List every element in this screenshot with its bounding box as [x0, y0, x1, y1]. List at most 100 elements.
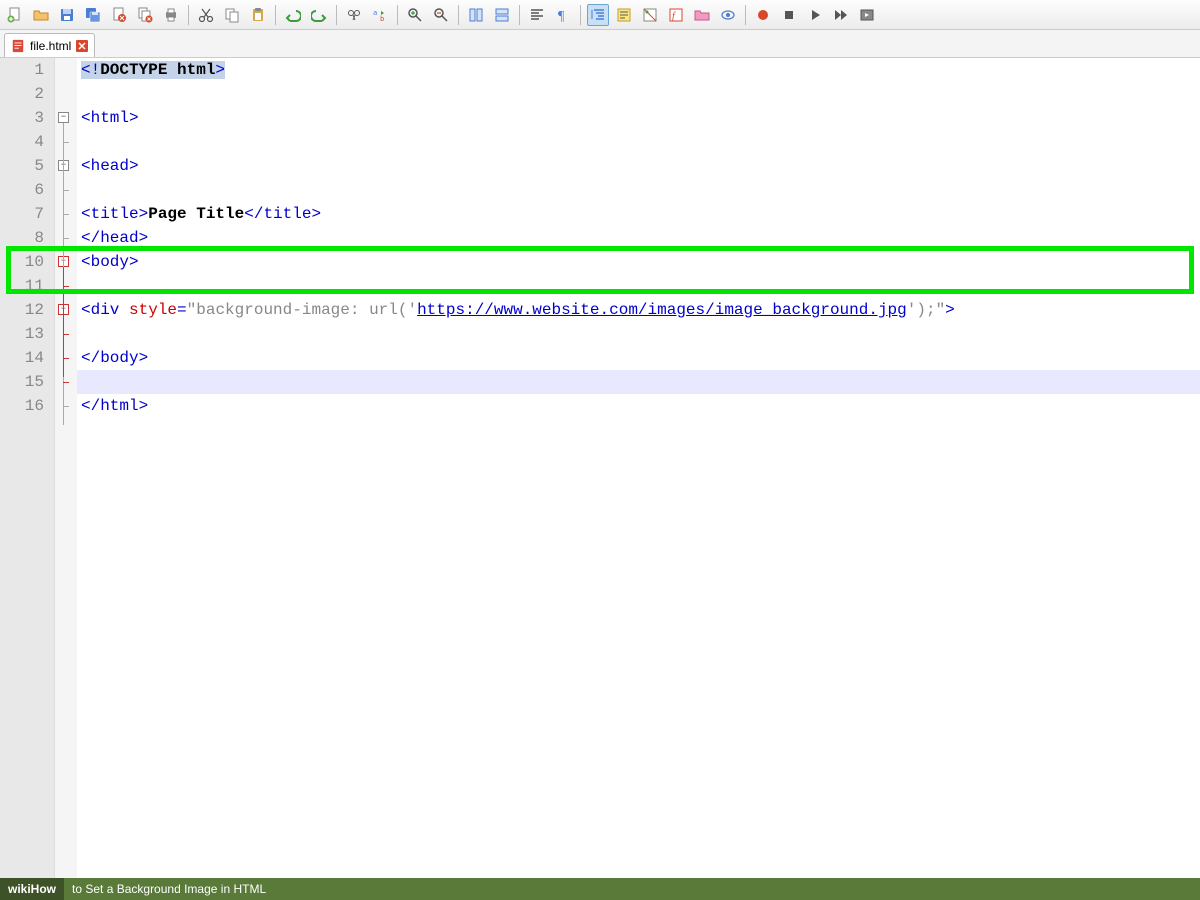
code-line[interactable]: <html> — [77, 106, 1200, 130]
line-number: 1 — [0, 58, 44, 82]
toolbar-separator — [458, 5, 459, 25]
svg-text:a: a — [373, 9, 377, 17]
svg-text:¶: ¶ — [558, 9, 565, 23]
copy-button[interactable] — [221, 4, 243, 26]
toolbar-separator — [519, 5, 520, 25]
copy-icon — [224, 7, 240, 23]
zoom-out-button[interactable] — [430, 4, 452, 26]
new-file-button[interactable] — [4, 4, 26, 26]
toolbar-separator — [188, 5, 189, 25]
code-line[interactable] — [77, 370, 1200, 394]
zoom-in-button[interactable] — [404, 4, 426, 26]
line-number: 13 — [0, 322, 44, 346]
close-file-button[interactable] — [108, 4, 130, 26]
save-file-button[interactable] — [56, 4, 78, 26]
text-align-button[interactable] — [526, 4, 548, 26]
save-all-button[interactable] — [82, 4, 104, 26]
code-token: > — [945, 301, 955, 319]
file-tab[interactable]: file.html — [4, 33, 95, 57]
line-number: 2 — [0, 82, 44, 106]
preview-button[interactable] — [717, 4, 739, 26]
line-number: 16 — [0, 394, 44, 418]
indent-guide-button[interactable] — [587, 4, 609, 26]
open-file-button[interactable] — [30, 4, 52, 26]
line-number: 10 — [0, 250, 44, 274]
zoom-out-icon — [433, 7, 449, 23]
replace-button[interactable]: ab — [369, 4, 391, 26]
code-line[interactable]: <head> — [77, 154, 1200, 178]
fold-toggle[interactable]: − — [58, 112, 69, 123]
zoom-in-icon — [407, 7, 423, 23]
line-number: 4 — [0, 130, 44, 154]
function-list-button[interactable]: f — [665, 4, 687, 26]
run-macro-button[interactable] — [856, 4, 878, 26]
footer-brand: wikiHow — [0, 878, 64, 900]
footer-title: to Set a Background Image in HTML — [64, 882, 274, 896]
close-all-button[interactable] — [134, 4, 156, 26]
line-number: 3 — [0, 106, 44, 130]
code-token: </body> — [81, 349, 148, 367]
sync-h-button[interactable] — [491, 4, 513, 26]
code-token: Page Title — [148, 205, 244, 223]
user-lang-button[interactable] — [639, 4, 661, 26]
code-editor[interactable]: 1234567810111213141516 −−−− <!DOCTYPE ht… — [0, 58, 1200, 878]
code-token: style — [129, 301, 177, 319]
paste-button[interactable] — [247, 4, 269, 26]
code-line[interactable]: <body> — [77, 250, 1200, 274]
code-line[interactable] — [77, 274, 1200, 298]
replace-icon: ab — [372, 7, 388, 23]
folder-button[interactable] — [691, 4, 713, 26]
paste-icon — [250, 7, 266, 23]
main-toolbar: ab ¶ f — [0, 0, 1200, 30]
fast-button[interactable] — [830, 4, 852, 26]
line-number: 12 — [0, 298, 44, 322]
close-tab-icon[interactable] — [76, 40, 88, 52]
code-token: <div — [81, 301, 129, 319]
show-symbols-button[interactable]: ¶ — [552, 4, 574, 26]
code-token: https://www.website.com/images/image_bac… — [417, 301, 907, 319]
code-line[interactable]: <div style="background-image: url('https… — [77, 298, 1200, 322]
indent-guide-icon — [590, 7, 606, 23]
code-token: <! — [81, 61, 100, 79]
code-line[interactable] — [77, 130, 1200, 154]
open-file-icon — [33, 7, 49, 23]
preview-icon — [720, 7, 736, 23]
highlight-button[interactable] — [613, 4, 635, 26]
code-line[interactable] — [77, 82, 1200, 106]
user-lang-icon — [642, 7, 658, 23]
stop-button[interactable] — [778, 4, 800, 26]
save-all-icon — [85, 7, 101, 23]
code-line[interactable] — [77, 178, 1200, 202]
undo-button[interactable] — [282, 4, 304, 26]
code-area[interactable]: <!DOCTYPE html> <html> <head> <title>Page T… — [77, 58, 1200, 878]
save-file-icon — [59, 7, 75, 23]
new-file-icon — [7, 7, 23, 23]
print-button[interactable] — [160, 4, 182, 26]
code-line[interactable]: </head> — [77, 226, 1200, 250]
code-line[interactable]: <!DOCTYPE html> — [77, 58, 1200, 82]
code-line[interactable] — [77, 322, 1200, 346]
print-icon — [163, 7, 179, 23]
find-button[interactable] — [343, 4, 365, 26]
code-token: <body> — [81, 253, 139, 271]
code-token: > — [215, 61, 225, 79]
code-token: <title> — [81, 205, 148, 223]
line-number: 5 — [0, 154, 44, 178]
cut-button[interactable] — [195, 4, 217, 26]
code-line[interactable]: <title>Page Title</title> — [77, 202, 1200, 226]
highlight-icon — [616, 7, 632, 23]
code-token: "background-image: url(' — [187, 301, 417, 319]
folder-icon — [694, 7, 710, 23]
play-button[interactable] — [804, 4, 826, 26]
sync-v-icon — [468, 7, 484, 23]
code-line[interactable]: </html> — [77, 394, 1200, 418]
toolbar-separator — [397, 5, 398, 25]
record-button[interactable] — [752, 4, 774, 26]
code-token: </head> — [81, 229, 148, 247]
line-number: 6 — [0, 178, 44, 202]
line-number: 11 — [0, 274, 44, 298]
code-line[interactable]: </body> — [77, 346, 1200, 370]
redo-button[interactable] — [308, 4, 330, 26]
sync-h-icon — [494, 7, 510, 23]
sync-v-button[interactable] — [465, 4, 487, 26]
